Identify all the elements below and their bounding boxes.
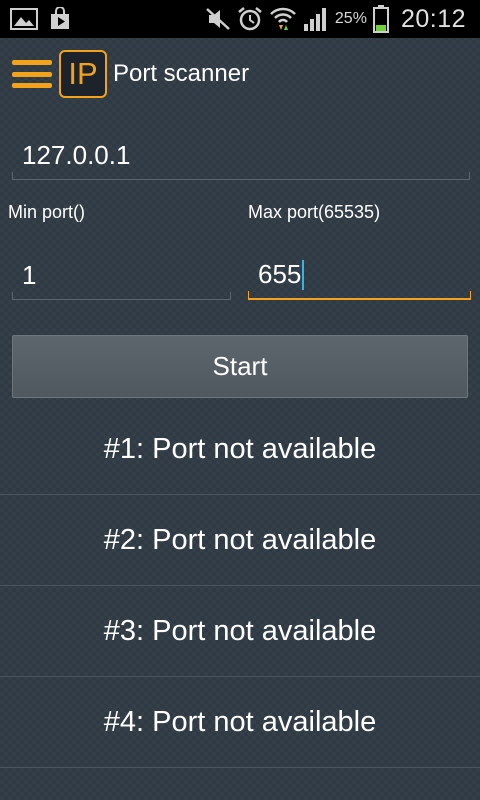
list-item[interactable]: #1: Port not available — [0, 404, 480, 495]
max-port-label: Max port(65535) — [248, 202, 381, 222]
results-list: #1: Port not available #2: Port not avai… — [0, 404, 480, 768]
alarm-icon — [237, 6, 263, 32]
host-input[interactable]: 127.0.0.1 — [12, 128, 470, 180]
max-port-value: 655 — [258, 259, 302, 289]
mute-icon — [205, 7, 231, 31]
status-bar: 25% 20:12 — [0, 0, 480, 38]
status-bar-system: 25% 20:12 — [205, 5, 480, 34]
max-port-input[interactable]: 655 — [248, 246, 471, 300]
signal-icon — [303, 6, 329, 32]
host-input-value: 127.0.0.1 — [22, 140, 131, 170]
wifi-icon — [269, 6, 297, 32]
start-button[interactable]: Start — [12, 335, 468, 398]
list-item[interactable]: #2: Port not available — [0, 495, 480, 586]
app-logo[interactable]: IP — [59, 50, 107, 98]
status-bar-notifications — [0, 7, 72, 31]
menu-icon[interactable] — [12, 57, 52, 91]
list-item[interactable]: #3: Port not available — [0, 586, 480, 677]
battery-icon — [372, 5, 389, 33]
min-port-label: Min port() — [8, 202, 86, 222]
page-title: Port scanner — [113, 60, 250, 87]
play-store-icon — [48, 7, 72, 31]
min-port-input[interactable]: 1 — [12, 248, 231, 300]
gallery-icon — [10, 8, 38, 30]
text-cursor — [302, 260, 305, 290]
battery-percent: 25% — [334, 10, 367, 27]
list-item[interactable]: #4: Port not available — [0, 677, 480, 768]
min-port-value: 1 — [22, 260, 37, 290]
clock: 20:12 — [400, 4, 466, 33]
action-bar: IP Port scanner — [0, 38, 480, 110]
